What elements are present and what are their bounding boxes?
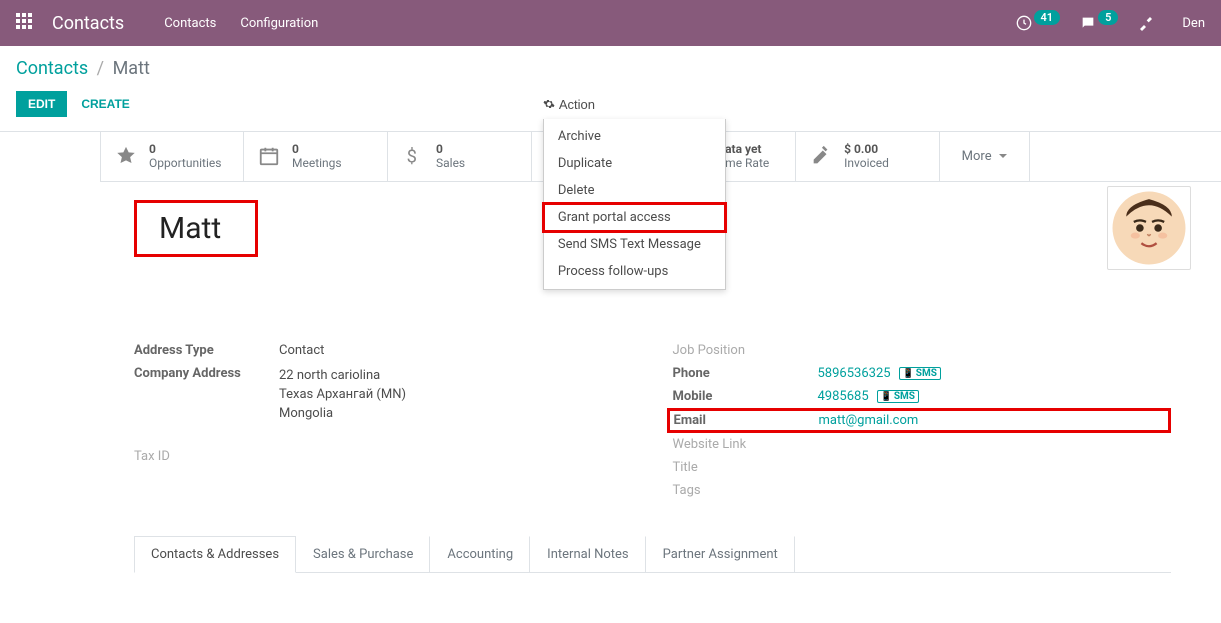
breadcrumb-root[interactable]: Contacts bbox=[16, 58, 88, 79]
more-label: More bbox=[962, 149, 992, 164]
action-toolbar: EDIT CREATE Action Archive Duplicate Del… bbox=[0, 87, 1221, 132]
right-detail-column: Job Position Phone 5896536325SMS Mobile … bbox=[673, 339, 1172, 502]
action-send-sms[interactable]: Send SMS Text Message bbox=[544, 231, 725, 258]
stat-meetings[interactable]: 0Meetings bbox=[244, 132, 388, 181]
label-title: Title bbox=[673, 460, 818, 475]
label-job-position: Job Position bbox=[673, 343, 818, 358]
email-row-highlight: Email matt@gmail.com bbox=[667, 408, 1172, 433]
left-detail-column: Address Type Contact Company Address 22 … bbox=[134, 339, 633, 502]
tab-partner-assignment[interactable]: Partner Assignment bbox=[646, 536, 795, 572]
top-navbar: Contacts Contacts Configuration 41 5 Den bbox=[0, 0, 1221, 46]
action-grant-portal-access[interactable]: Grant portal access bbox=[544, 204, 725, 231]
action-process-followups[interactable]: Process follow-ups bbox=[544, 258, 725, 285]
action-dropdown-label: Action bbox=[559, 97, 595, 112]
action-dropdown-button[interactable]: Action bbox=[543, 97, 595, 112]
phone-sms-button[interactable]: SMS bbox=[899, 367, 941, 380]
pencil-note-icon bbox=[810, 145, 832, 167]
gear-icon bbox=[543, 98, 555, 110]
settings-wrench-icon[interactable] bbox=[1138, 15, 1154, 31]
activity-clock-icon[interactable]: 41 bbox=[1016, 15, 1061, 31]
detail-tabs: Contacts & Addresses Sales & Purchase Ac… bbox=[134, 536, 1171, 573]
label-website: Website Link bbox=[673, 437, 818, 452]
mobile-sms-button[interactable]: SMS bbox=[877, 390, 919, 403]
contact-avatar[interactable] bbox=[1107, 186, 1191, 270]
tab-contacts-addresses[interactable]: Contacts & Addresses bbox=[134, 536, 296, 573]
breadcrumb-separator: / bbox=[97, 58, 104, 79]
label-address-type: Address Type bbox=[134, 343, 279, 358]
stat-opportunities[interactable]: 0Opportunities bbox=[100, 132, 244, 181]
action-dropdown-menu: Archive Duplicate Delete Grant portal ac… bbox=[543, 119, 726, 290]
chat-count-badge: 5 bbox=[1098, 10, 1118, 25]
label-company-address: Company Address bbox=[134, 366, 279, 381]
value-company-address: 22 north cariolina Texas Архангай (MN) M… bbox=[279, 366, 406, 423]
action-delete[interactable]: Delete bbox=[544, 177, 725, 204]
contact-name-highlight: Matt bbox=[134, 200, 258, 257]
edit-button[interactable]: EDIT bbox=[16, 91, 67, 117]
menu-contacts[interactable]: Contacts bbox=[164, 16, 216, 31]
menu-configuration[interactable]: Configuration bbox=[240, 16, 318, 31]
create-button[interactable]: CREATE bbox=[81, 97, 129, 111]
stat-sales[interactable]: $ 0Sales bbox=[388, 132, 532, 181]
label-tags: Tags bbox=[673, 483, 818, 498]
calendar-icon bbox=[258, 145, 280, 167]
avatar-image bbox=[1111, 190, 1187, 266]
stat-invoiced[interactable]: $ 0.00Invoiced bbox=[796, 132, 940, 181]
caret-down-icon bbox=[998, 151, 1008, 161]
activity-count-badge: 41 bbox=[1034, 10, 1061, 25]
label-mobile: Mobile bbox=[673, 389, 818, 404]
svg-text:$: $ bbox=[407, 147, 417, 168]
current-user-name[interactable]: Den bbox=[1182, 16, 1205, 31]
label-phone: Phone bbox=[673, 366, 818, 381]
app-name[interactable]: Contacts bbox=[52, 13, 124, 34]
label-email: Email bbox=[674, 413, 819, 428]
value-address-type: Contact bbox=[279, 343, 324, 358]
tab-sales-purchase[interactable]: Sales & Purchase bbox=[296, 536, 430, 572]
breadcrumb-current: Matt bbox=[113, 58, 150, 79]
dollar-icon: $ bbox=[402, 145, 424, 167]
tab-internal-notes[interactable]: Internal Notes bbox=[530, 536, 645, 572]
label-tax-id: Tax ID bbox=[134, 449, 279, 464]
tab-accounting[interactable]: Accounting bbox=[430, 536, 530, 572]
action-duplicate[interactable]: Duplicate bbox=[544, 150, 725, 177]
discuss-chat-icon[interactable]: 5 bbox=[1080, 15, 1118, 31]
contact-name: Matt bbox=[159, 211, 221, 246]
stat-more-button[interactable]: More bbox=[940, 132, 1030, 181]
breadcrumb: Contacts / Matt bbox=[0, 46, 1221, 87]
value-email[interactable]: matt@gmail.com bbox=[819, 413, 919, 428]
value-phone[interactable]: 5896536325 bbox=[818, 366, 891, 381]
action-archive[interactable]: Archive bbox=[544, 123, 725, 150]
value-mobile[interactable]: 4985685 bbox=[818, 389, 869, 404]
star-icon bbox=[115, 145, 137, 167]
apps-grid-icon[interactable] bbox=[16, 13, 32, 33]
